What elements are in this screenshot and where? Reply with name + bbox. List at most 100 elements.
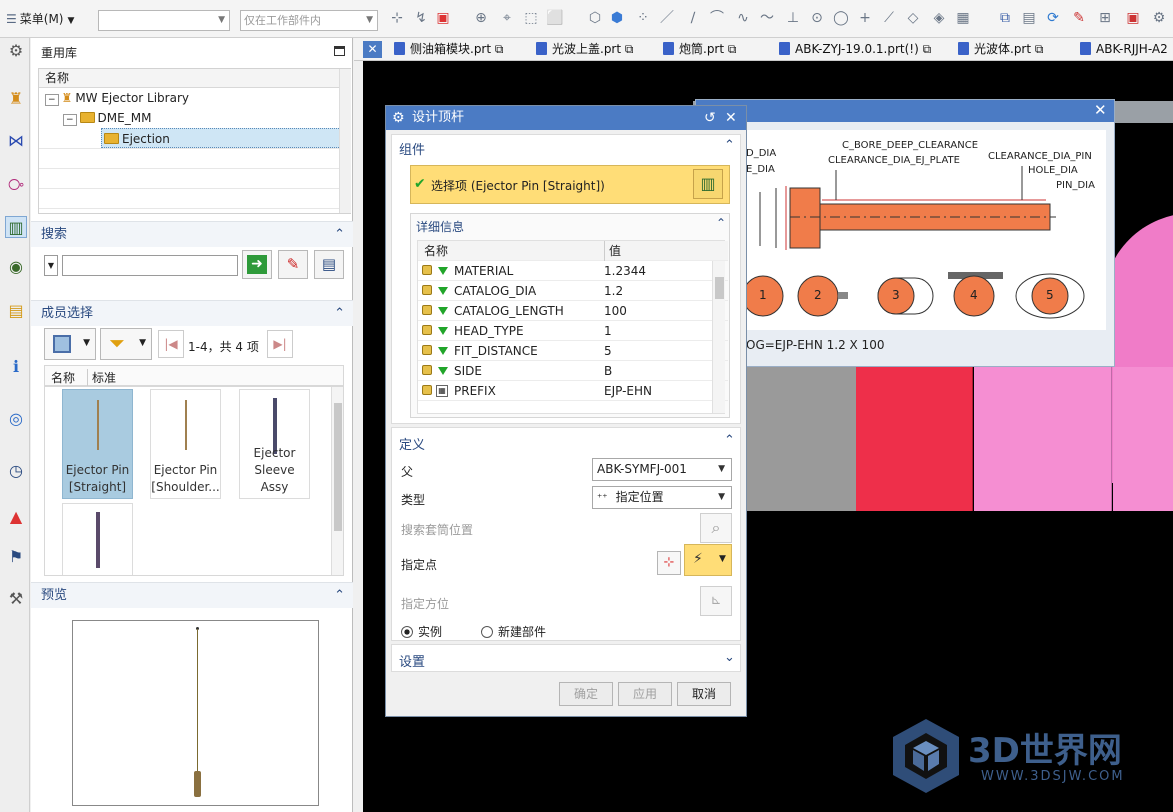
- member-scrollbar[interactable]: [331, 387, 343, 575]
- tree-node-dme[interactable]: − DME_MM: [63, 108, 151, 128]
- point-dialog-button[interactable]: ⊹: [657, 551, 681, 575]
- search-section-header[interactable]: 搜索 ⌃: [31, 221, 353, 247]
- tree-scrollbar[interactable]: [339, 69, 351, 213]
- layer-icon[interactable]: ⊞: [1096, 9, 1114, 27]
- column-name[interactable]: 名称: [51, 369, 75, 386]
- quadrant-icon[interactable]: ◯: [832, 9, 850, 27]
- table-row[interactable]: CATALOG_LENGTH 100: [418, 301, 728, 321]
- solid-icon[interactable]: ⬡: [586, 9, 604, 27]
- settings-group[interactable]: 设置 ⌄: [391, 644, 741, 672]
- constraint-navigator-icon[interactable]: ⋈: [5, 130, 27, 152]
- advanced-search-button[interactable]: ▤: [314, 250, 344, 279]
- radio-instance[interactable]: 实例: [401, 623, 442, 640]
- table-row[interactable]: CATALOG_DIA 1.2: [418, 281, 728, 301]
- tangent-icon[interactable]: ⟋: [880, 9, 898, 27]
- grid-point-icon[interactable]: ▦: [954, 9, 972, 27]
- tab-3[interactable]: 炮筒.prt ⧉: [663, 38, 736, 61]
- edit-icon[interactable]: ✎: [1070, 9, 1088, 27]
- cancel-button[interactable]: 取消: [677, 682, 731, 706]
- search-sleeve-button[interactable]: ⌕: [700, 513, 732, 543]
- type-select[interactable]: ⁺⁺ 指定位置 ▼: [592, 486, 732, 509]
- face-point-icon[interactable]: ◈: [930, 9, 948, 27]
- rotate-icon[interactable]: ⟳: [1044, 9, 1062, 27]
- member-ejector-pin-straight[interactable]: Ejector Pin [Straight]: [62, 389, 133, 499]
- next-page-button[interactable]: ▶|: [267, 330, 293, 358]
- table-scrollbar[interactable]: [712, 261, 725, 413]
- history-icon[interactable]: ℹ: [5, 356, 27, 378]
- member-item-4[interactable]: [62, 503, 133, 575]
- table-row[interactable]: SIDE B: [418, 361, 728, 381]
- close-icon[interactable]: ✕: [725, 106, 737, 130]
- reset-icon[interactable]: ↺: [704, 106, 716, 130]
- clear-search-button[interactable]: ✎: [278, 250, 308, 279]
- zoom-icon[interactable]: ▤: [1020, 9, 1038, 27]
- point-snap-icon[interactable]: ↯: [412, 9, 430, 27]
- collapse-icon[interactable]: ⌃: [716, 216, 726, 230]
- collapse-icon[interactable]: ⌃: [724, 433, 735, 448]
- search-type-dropdown[interactable]: ▼: [44, 255, 58, 276]
- apply-button[interactable]: 应用: [618, 682, 672, 706]
- curve-snap-icon[interactable]: ⊕: [472, 9, 490, 27]
- selection-filter-dropdown[interactable]: ▼: [98, 10, 230, 31]
- group-component-title[interactable]: 组件: [399, 139, 425, 158]
- tab-2[interactable]: 光波上盖.prt ⧉: [536, 38, 633, 61]
- body-icon[interactable]: ⬢: [608, 9, 626, 27]
- cross-select-icon[interactable]: ▣: [434, 9, 452, 27]
- rect-select-icon[interactable]: ⬜: [546, 9, 564, 27]
- table-row[interactable]: FIT_DISTANCE 5: [418, 341, 728, 361]
- selected-item-row[interactable]: ✔ 选择项 (Ejector Pin [Straight]) ▥: [410, 165, 730, 204]
- line-icon[interactable]: ／: [658, 9, 676, 27]
- member-ejector-sleeve[interactable]: Ejector Sleeve Assy: [239, 389, 310, 499]
- tree-node-library[interactable]: − ♜ MW Ejector Library: [45, 88, 189, 108]
- pole-icon[interactable]: ◇: [904, 9, 922, 27]
- maximize-icon[interactable]: [334, 46, 345, 56]
- table-row[interactable]: ▦ PREFIX EJP-EHN: [418, 381, 728, 401]
- wave-icon[interactable]: 〜: [758, 9, 776, 27]
- group-define-title[interactable]: 定义: [399, 434, 425, 453]
- table-row[interactable]: MATERIAL 1.2344: [418, 261, 728, 281]
- settings-icon[interactable]: ⚙: [5, 40, 27, 62]
- lasso-icon[interactable]: ⬚: [522, 9, 540, 27]
- search-go-button[interactable]: ➜: [242, 250, 272, 279]
- web-browser-icon[interactable]: ▤: [5, 300, 27, 322]
- inferred-point-dropdown[interactable]: ⚡ ▼: [684, 544, 732, 576]
- menu-button[interactable]: ☰ 菜单(M) ▼: [6, 9, 96, 29]
- intersection-icon[interactable]: +: [856, 9, 874, 27]
- roles-icon[interactable]: ⚑: [5, 546, 27, 568]
- column-standard[interactable]: 标准: [87, 369, 116, 386]
- library-books-icon[interactable]: ▥: [693, 169, 723, 199]
- part-navigator-icon[interactable]: ⧂: [5, 174, 27, 196]
- parent-select[interactable]: ABK-SYMFJ-001 ▼: [592, 458, 732, 481]
- ok-button[interactable]: 确定: [559, 682, 613, 706]
- preview-section-header[interactable]: 预览 ⌃: [31, 582, 353, 608]
- member-section-header[interactable]: 成员选择 ⌃: [31, 300, 353, 326]
- filter-dropdown[interactable]: ⏷ ▼: [100, 328, 152, 360]
- center-icon[interactable]: ⊙: [808, 9, 826, 27]
- visualization-icon[interactable]: ▲: [5, 506, 27, 528]
- details-title[interactable]: 详细信息: [416, 218, 464, 235]
- scope-dropdown[interactable]: 仅在工作部件内 ▼: [240, 10, 378, 31]
- spline-icon[interactable]: ∿: [734, 9, 752, 27]
- search-input[interactable]: [62, 255, 238, 276]
- fit-view-icon[interactable]: ⧉: [996, 9, 1014, 27]
- member-ejector-pin-shoulder[interactable]: Ejector Pin [Shoulder...: [150, 389, 221, 499]
- display-icon[interactable]: ▣: [1124, 9, 1142, 27]
- tab-5[interactable]: 光波体.prt ⧉: [958, 38, 1043, 61]
- tree-node-ejection[interactable]: Ejection: [101, 128, 341, 148]
- edge-icon[interactable]: ∕: [684, 9, 702, 27]
- view-mode-dropdown[interactable]: ▼: [44, 328, 96, 360]
- close-tab-icon[interactable]: ✕: [363, 41, 382, 58]
- collapse-icon[interactable]: ⌃: [724, 138, 735, 153]
- snap-icon[interactable]: ⊹: [388, 9, 406, 27]
- arc-icon[interactable]: ⌒: [708, 9, 726, 27]
- system-scenes-icon[interactable]: ⚒: [5, 588, 27, 610]
- clock-icon[interactable]: ◷: [5, 460, 27, 482]
- assembly-navigator-icon[interactable]: ♜: [5, 88, 27, 110]
- prev-page-button[interactable]: |◀: [158, 330, 184, 358]
- close-icon[interactable]: ✕: [1094, 101, 1107, 119]
- settings-more-icon[interactable]: ⚙: [1150, 9, 1168, 27]
- hd3d-icon[interactable]: ◉: [5, 256, 27, 278]
- tab-6[interactable]: ABK-RJJH-A2: [1080, 38, 1168, 61]
- process-studio-icon[interactable]: ◎: [5, 408, 27, 430]
- table-row[interactable]: HEAD_TYPE 1: [418, 321, 728, 341]
